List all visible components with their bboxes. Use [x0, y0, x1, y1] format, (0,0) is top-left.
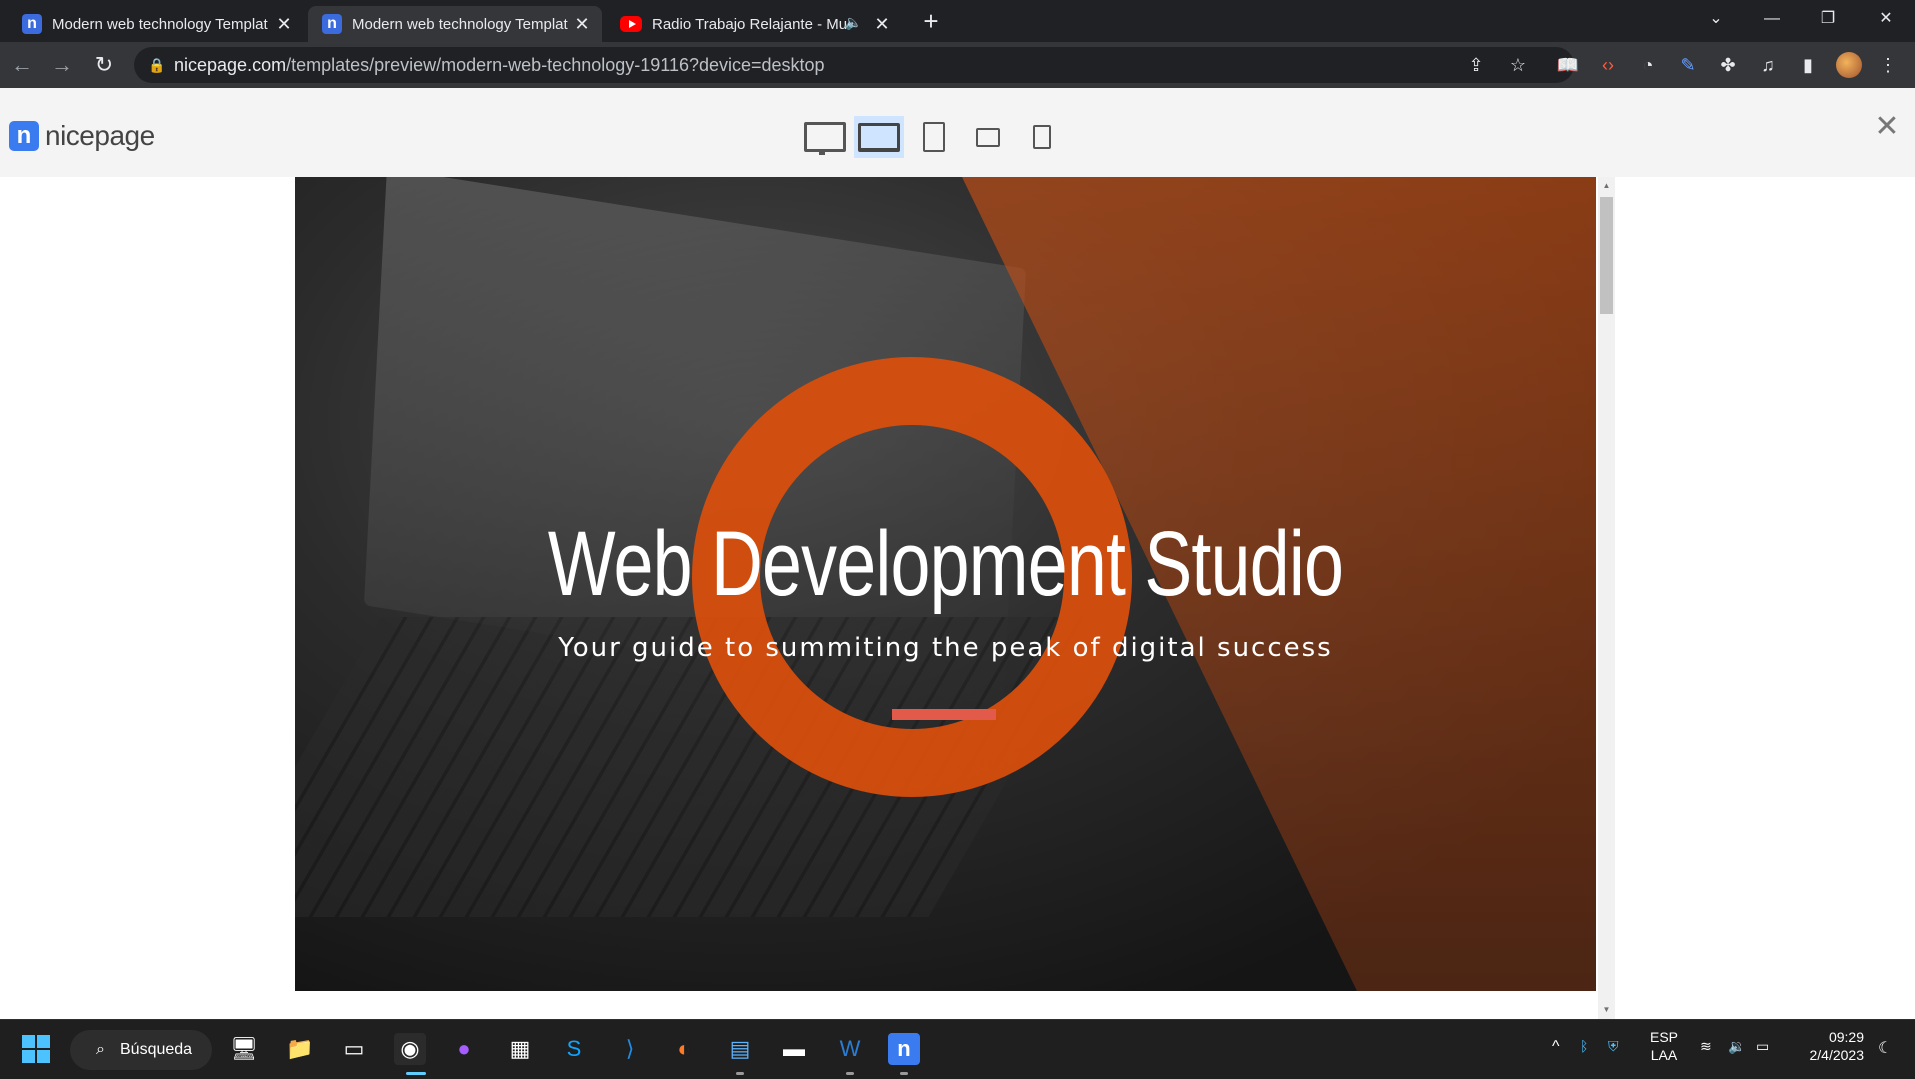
forward-button[interactable]: →: [48, 51, 76, 79]
extensions-puzzle-icon[interactable]: ✤: [1716, 53, 1740, 77]
nicepage-logo[interactable]: n nicepage: [9, 120, 155, 152]
scroll-up-arrow-icon[interactable]: ▲: [1598, 179, 1615, 193]
word-icon[interactable]: W: [834, 1033, 866, 1065]
browser-tab-strip: n Modern web technology Templat ✕ n Mode…: [0, 0, 1915, 42]
show-hidden-icons-chevron-icon[interactable]: ^: [1552, 1038, 1560, 1056]
hero-subtitle: Your guide to summiting the peak of digi…: [558, 633, 1333, 663]
scrollbar-thumb[interactable]: [1600, 197, 1613, 314]
youtube-favicon-icon: [620, 16, 642, 32]
desktop-icon: [804, 122, 846, 155]
start-windows-icon[interactable]: [20, 1033, 52, 1065]
notepad-open-indicator: [736, 1072, 744, 1075]
battery-icon[interactable]: ▭: [1756, 1038, 1769, 1055]
tab-title: Modern web technology Templat: [52, 15, 268, 33]
hero-divider-line: [892, 709, 996, 720]
calculator-icon[interactable]: ▦: [504, 1033, 536, 1065]
new-tab-button[interactable]: +: [918, 8, 944, 34]
side-panel-icon[interactable]: ▮: [1796, 53, 1820, 77]
reload-button[interactable]: ↻: [90, 51, 118, 79]
speaker-icon[interactable]: 🔈: [845, 14, 862, 31]
lock-icon: 🔒: [148, 57, 166, 73]
tab-title: Modern web technology Templat: [352, 15, 568, 33]
clock[interactable]: 09:29 2/4/2023: [1800, 1028, 1865, 1064]
url-path: /templates/preview/modern-web-technology…: [286, 55, 825, 75]
github-desktop-icon[interactable]: ●: [448, 1033, 480, 1065]
firefox-icon[interactable]: ◐: [668, 1033, 700, 1065]
hero-section: Web Development Studio Your guide to sum…: [295, 177, 1596, 991]
device-phone-button[interactable]: [1022, 116, 1062, 158]
device-laptop-button[interactable]: [854, 116, 904, 158]
tab-modern-web-2[interactable]: n Modern web technology Templat ✕: [308, 6, 602, 42]
template-preview-frame: Web Development Studio Your guide to sum…: [0, 177, 1915, 1019]
tab-title: Radio Trabajo Relajante - Mu: [652, 15, 848, 33]
browser-toolbar: ← → ↻ 🔒 nicepage.com/templates/preview/mo…: [0, 42, 1915, 88]
chrome-icon[interactable]: ◉: [394, 1033, 426, 1065]
remote-desktop-icon[interactable]: 🖥: [228, 1033, 260, 1065]
notepad-icon[interactable]: ▤: [724, 1033, 756, 1065]
close-preview-icon[interactable]: ✕: [1872, 112, 1902, 142]
address-bar[interactable]: 🔒 nicepage.com/templates/preview/modern-w…: [134, 47, 1574, 83]
tablet-landscape-icon: [976, 127, 1000, 147]
nicepage-open-indicator: [900, 1072, 908, 1075]
minimize-button[interactable]: —: [1744, 0, 1800, 38]
restore-button[interactable]: ❐: [1800, 0, 1856, 38]
close-window-button[interactable]: ✕: [1858, 0, 1914, 38]
phone-icon: [1033, 125, 1051, 149]
focus-moon-icon[interactable]: ☾: [1878, 1038, 1892, 1058]
bluetooth-icon[interactable]: ᛒ: [1580, 1038, 1588, 1054]
laptop-icon: [858, 122, 900, 152]
windows-taskbar: ⌕ Búsqueda 🖥 📁 ▭ ◉ ● ▦ S ⟩ ◐ ▤ ▬ W n ^ ᛒ…: [0, 1019, 1915, 1079]
search-label: Búsqueda: [120, 1041, 193, 1058]
media-control-icon[interactable]: ♫: [1756, 53, 1780, 77]
language-code: ESP: [1650, 1029, 1679, 1045]
wifi-icon[interactable]: ≋: [1700, 1038, 1712, 1055]
bookmark-star-icon[interactable]: ☆: [1506, 53, 1530, 77]
word-open-indicator: [846, 1072, 854, 1075]
browser-menu-icon[interactable]: ⋮: [1876, 53, 1900, 77]
close-tab-icon[interactable]: ✕: [572, 14, 592, 34]
profile-avatar[interactable]: [1836, 52, 1862, 78]
search-icon: ⌕: [96, 1041, 105, 1058]
logo-word: nicepage: [45, 120, 155, 151]
nicepage-favicon-icon: n: [322, 14, 342, 34]
scroll-down-arrow-icon[interactable]: ▼: [1598, 1003, 1615, 1017]
share-icon[interactable]: ⇪: [1464, 53, 1488, 77]
close-tab-icon[interactable]: ✕: [872, 14, 892, 34]
extension-reader-icon[interactable]: 📖: [1556, 53, 1580, 77]
tab-radio-trabajo[interactable]: Radio Trabajo Relajante - Mu 🔈 ✕: [606, 6, 902, 42]
close-tab-icon[interactable]: ✕: [274, 14, 294, 34]
skype-icon[interactable]: S: [558, 1033, 590, 1065]
volume-icon[interactable]: 🔉: [1728, 1038, 1745, 1055]
clock-date: 2/4/2023: [1809, 1047, 1865, 1063]
taskbar-search[interactable]: ⌕ Búsqueda: [70, 1030, 212, 1070]
security-shield-icon[interactable]: ⛨: [1608, 1038, 1619, 1055]
url-host: nicepage.com: [174, 55, 287, 75]
extension-code-icon[interactable]: ‹›: [1596, 53, 1620, 77]
logo-mark: n: [9, 121, 39, 151]
device-desktop-button[interactable]: [801, 116, 849, 158]
device-tablet-button[interactable]: [914, 116, 954, 158]
back-button[interactable]: ←: [8, 51, 36, 79]
tab-search-chevron-icon[interactable]: ⌄: [1688, 0, 1744, 38]
clock-time: 09:29: [1828, 1029, 1864, 1045]
terminal-icon[interactable]: ▭: [338, 1033, 370, 1065]
extension-color-icon[interactable]: ◔: [1636, 53, 1660, 77]
extension-translate-icon[interactable]: ✎: [1676, 53, 1700, 77]
tablet-icon: [923, 122, 945, 152]
hero-title: Web Development Studio: [547, 513, 1344, 615]
virtual-machine-icon[interactable]: ▬: [778, 1033, 810, 1065]
keyboard-layout: LAA: [1650, 1047, 1678, 1063]
device-tablet-landscape-button[interactable]: [968, 116, 1008, 158]
nicepage-favicon-icon: n: [22, 14, 42, 34]
file-explorer-icon[interactable]: 📁: [284, 1033, 316, 1065]
tab-modern-web-1[interactable]: n Modern web technology Templat ✕: [8, 6, 304, 42]
language-indicator[interactable]: ESP LAA: [1650, 1028, 1678, 1064]
vscode-icon[interactable]: ⟩: [614, 1033, 646, 1065]
chrome-active-indicator: [406, 1072, 426, 1075]
nicepage-app-icon[interactable]: n: [888, 1033, 920, 1065]
preview-header: n nicepage ✕: [0, 88, 1915, 177]
